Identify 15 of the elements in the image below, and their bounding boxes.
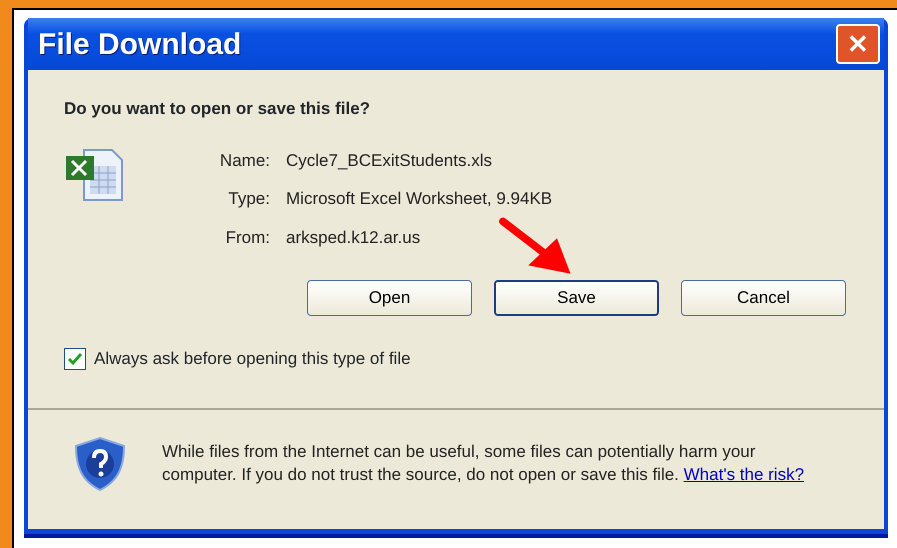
field-value: arksped.k12.ar.us — [286, 226, 422, 248]
field-label: From: — [224, 226, 270, 248]
close-button[interactable]: ✕ — [836, 24, 880, 64]
warning-text: While files from the Internet can be useful, some files can potentially harm your computer. If you do not trust the source, do not open or save this file. What's the risk? — [162, 441, 806, 486]
field-label: Type: — [227, 188, 270, 210]
dialog-button[interactable]: Cancel — [681, 280, 846, 316]
field-label: Name: — [218, 150, 270, 172]
field-value: Microsoft Excel Worksheet, 9.94KB — [286, 188, 554, 210]
window-title: File Download — [38, 26, 242, 62]
dialog-button[interactable]: Open — [307, 280, 472, 316]
question-text: Do you want to open or save this file? — [64, 98, 372, 120]
dialog-button[interactable]: Save — [494, 280, 659, 316]
field-value: Cycle7_BCExitStudents.xls — [286, 150, 493, 172]
risk-link[interactable]: What's the risk? — [684, 465, 804, 484]
checkbox-label: Always ask before opening this type of file — [94, 348, 411, 370]
